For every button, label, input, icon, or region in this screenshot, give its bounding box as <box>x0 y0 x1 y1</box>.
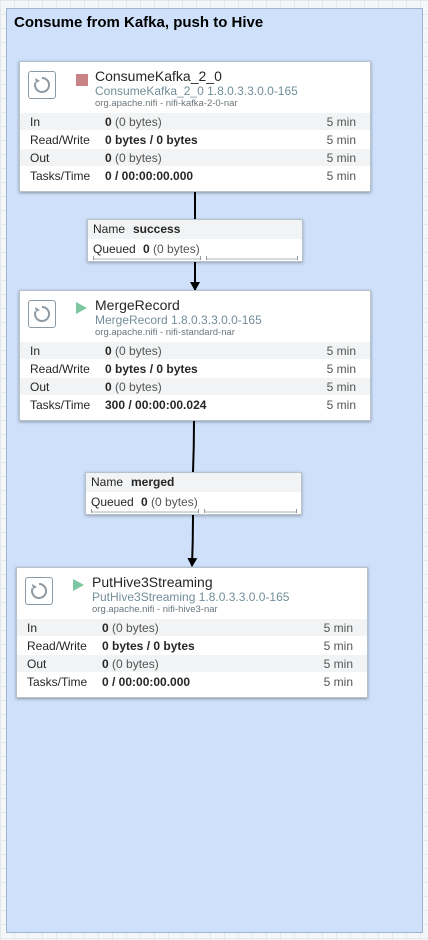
stat-value: 0 / 00:00:00.000 <box>102 675 191 689</box>
stat-value: 0 (0 bytes) <box>105 344 162 358</box>
processor-icon <box>28 71 56 99</box>
stat-value: 0 (0 bytes) <box>105 115 162 129</box>
stat-time: 5 min <box>323 639 353 653</box>
stat-time: 5 min <box>326 169 356 183</box>
connection-name-label: Name <box>91 475 124 489</box>
play-icon <box>73 579 84 591</box>
stat-time: 5 min <box>326 133 356 147</box>
stat-time: 5 min <box>326 380 356 394</box>
stat-label: Tasks/Time <box>27 675 88 689</box>
connection-queued-label: Queued <box>93 242 136 256</box>
processor-icon <box>28 300 56 328</box>
stat-out: Out 0 (0 bytes) 5 min <box>20 377 370 395</box>
connection-name-row: Name success <box>88 220 302 239</box>
queue-size-bar <box>204 509 297 513</box>
stat-label: In <box>30 344 41 358</box>
connection-name: merged <box>131 475 175 489</box>
connection-queued-row: Queued 0 (0 bytes) <box>86 493 301 511</box>
stat-label: In <box>30 115 41 129</box>
stat-value: 0 bytes / 0 bytes <box>102 639 195 653</box>
stat-value: 0 (0 bytes) <box>105 380 162 394</box>
processor-puthive3streaming[interactable]: PutHive3Streaming PutHive3Streaming 1.8.… <box>16 567 368 698</box>
stat-time: 5 min <box>323 621 353 635</box>
queue-size-bar <box>206 256 298 260</box>
connection-label-merged[interactable]: Name merged Queued 0 (0 bytes) <box>85 472 302 515</box>
stat-label: Tasks/Time <box>30 169 91 183</box>
processor-icon <box>25 577 53 605</box>
stat-value: 0 (0 bytes) <box>102 621 159 635</box>
stop-icon <box>76 74 88 86</box>
stat-in: In 0 (0 bytes) 5 min <box>17 618 367 636</box>
processor-type: PutHive3Streaming 1.8.0.3.3.0.0-165 <box>92 590 290 604</box>
processor-bundle: org.apache.nifi - nifi-standard-nar <box>95 327 235 338</box>
stat-label: Out <box>30 380 50 394</box>
processor-stats: In 0 (0 bytes) 5 min Read/Write 0 bytes … <box>20 112 370 184</box>
connection-line-2b <box>187 514 198 567</box>
stat-time: 5 min <box>326 344 356 358</box>
processor-stats: In 0 (0 bytes) 5 min Read/Write 0 bytes … <box>20 341 370 413</box>
stat-value: 0 / 00:00:00.000 <box>105 169 194 183</box>
stat-label: Out <box>30 151 50 165</box>
stat-readwrite: Read/Write 0 bytes / 0 bytes 5 min <box>20 130 370 148</box>
connection-queued-value: 0 (0 bytes) <box>141 495 198 509</box>
stat-time: 5 min <box>326 362 356 376</box>
processor-bundle: org.apache.nifi - nifi-kafka-2-0-nar <box>95 98 238 109</box>
connection-name: success <box>133 222 181 236</box>
stat-label: Read/Write <box>30 362 90 376</box>
processor-type: MergeRecord 1.8.0.3.3.0.0-165 <box>95 313 262 327</box>
stat-in: In 0 (0 bytes) 5 min <box>20 341 370 359</box>
processor-bundle: org.apache.nifi - nifi-hive3-nar <box>92 604 218 615</box>
processor-type: ConsumeKafka_2_0 1.8.0.3.3.0.0-165 <box>95 84 298 98</box>
stat-label: Tasks/Time <box>30 398 91 412</box>
stat-time: 5 min <box>323 675 353 689</box>
play-icon <box>76 302 87 314</box>
stat-value: 0 bytes / 0 bytes <box>105 133 198 147</box>
stat-readwrite: Read/Write 0 bytes / 0 bytes 5 min <box>17 636 367 654</box>
stat-out: Out 0 (0 bytes) 5 min <box>17 654 367 672</box>
processor-mergerecord[interactable]: MergeRecord MergeRecord 1.8.0.3.3.0.0-16… <box>19 290 371 421</box>
processor-name: PutHive3Streaming <box>92 574 213 590</box>
connection-name-row: Name merged <box>86 473 301 492</box>
stat-value: 0 bytes / 0 bytes <box>105 362 198 376</box>
connection-label-success[interactable]: Name success Queued 0 (0 bytes) <box>87 219 303 262</box>
stat-time: 5 min <box>326 151 356 165</box>
connection-queued-row: Queued 0 (0 bytes) <box>88 240 302 258</box>
stat-label: Read/Write <box>30 133 90 147</box>
stat-value: 0 (0 bytes) <box>105 151 162 165</box>
stat-readwrite: Read/Write 0 bytes / 0 bytes 5 min <box>20 359 370 377</box>
connection-name-label: Name <box>93 222 126 236</box>
queue-count-bar <box>91 509 199 513</box>
stat-value: 0 (0 bytes) <box>102 657 159 671</box>
stat-time: 5 min <box>323 657 353 671</box>
stat-tasks: Tasks/Time 0 / 00:00:00.000 5 min <box>17 672 367 690</box>
stat-in: In 0 (0 bytes) 5 min <box>20 112 370 130</box>
stat-value: 300 / 00:00:00.024 <box>105 398 207 412</box>
queue-count-bar <box>93 256 201 260</box>
processor-consumekafka[interactable]: ConsumeKafka_2_0 ConsumeKafka_2_0 1.8.0.… <box>19 61 371 192</box>
stat-tasks: Tasks/Time 0 / 00:00:00.000 5 min <box>20 166 370 184</box>
processor-name: ConsumeKafka_2_0 <box>95 68 222 84</box>
stat-label: In <box>27 621 38 635</box>
stat-label: Read/Write <box>27 639 87 653</box>
processor-stats: In 0 (0 bytes) 5 min Read/Write 0 bytes … <box>17 618 367 690</box>
connection-queued-label: Queued <box>91 495 134 509</box>
connection-queued-value: 0 (0 bytes) <box>143 242 200 256</box>
stat-out: Out 0 (0 bytes) 5 min <box>20 148 370 166</box>
stat-label: Out <box>27 657 47 671</box>
stat-time: 5 min <box>326 398 356 412</box>
stat-time: 5 min <box>326 115 356 129</box>
stat-tasks: Tasks/Time 300 / 00:00:00.024 5 min <box>20 395 370 413</box>
connection-line-2 <box>192 420 195 473</box>
processor-name: MergeRecord <box>95 297 180 313</box>
